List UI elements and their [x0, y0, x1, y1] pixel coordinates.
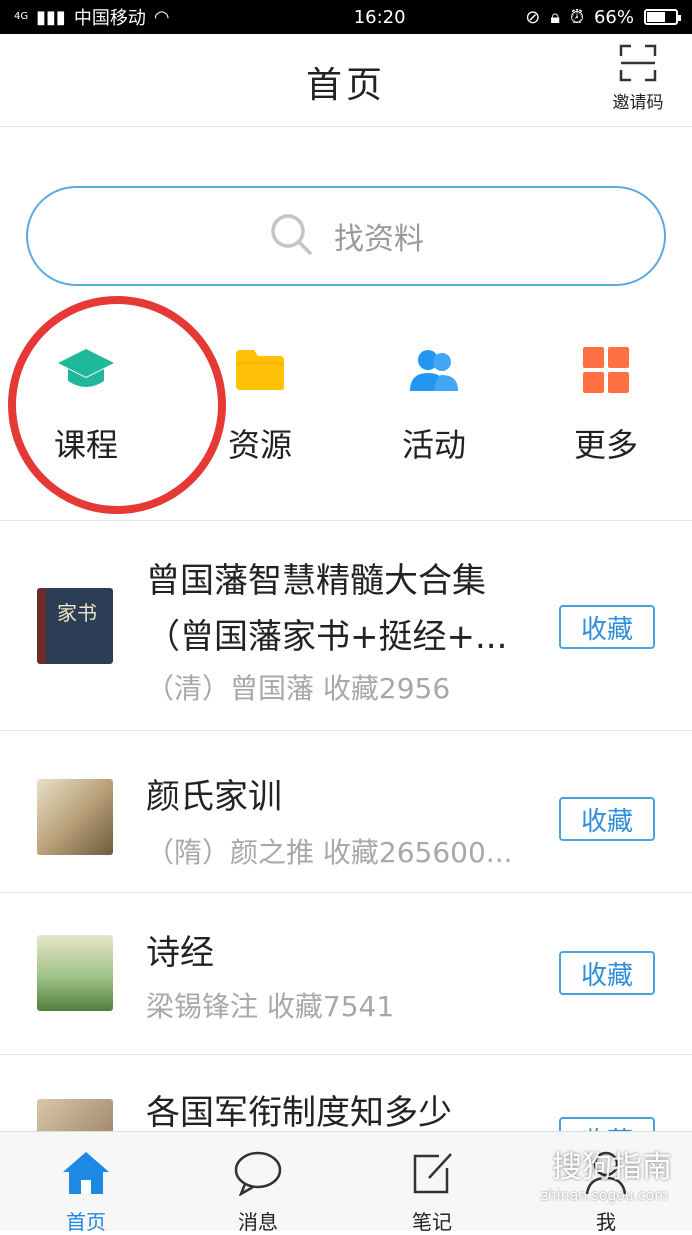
favorite-button[interactable]: 收藏: [559, 951, 655, 995]
mute-icon: ⊘: [525, 6, 541, 28]
invite-code-button[interactable]: 邀请码: [606, 44, 670, 113]
invite-code-label: 邀请码: [612, 93, 664, 113]
edit-note-icon: [382, 1150, 482, 1200]
wifi-icon: ◠: [153, 6, 170, 28]
book-cover-thumbnail: [37, 779, 113, 855]
cover-text: 家书: [57, 601, 97, 625]
item-title: 曾国藩智慧精髓大合集: [146, 561, 486, 601]
item-meta: （隋）颜之推 收藏265600...: [146, 836, 513, 869]
tab-messages[interactable]: 消息: [208, 1150, 308, 1235]
clock: 16:20: [353, 6, 406, 28]
category-label: 活动: [401, 426, 466, 464]
list-item[interactable]: 诗经 梁锡锋注 收藏7541 收藏: [0, 893, 692, 1055]
app-header: 首页 邀请码: [0, 34, 692, 127]
lock-icon: 🔒︎: [550, 6, 560, 28]
favorite-button[interactable]: 收藏: [559, 797, 655, 841]
battery-percent: 66%: [593, 6, 634, 28]
category-more[interactable]: 更多: [546, 340, 666, 466]
tab-label: 笔记: [412, 1210, 452, 1234]
list-item[interactable]: 颜氏家训 （隋）颜之推 收藏265600... 收藏: [0, 731, 692, 893]
category-activities[interactable]: 活动: [374, 340, 494, 466]
home-icon: [36, 1150, 136, 1200]
tab-home[interactable]: 首页: [36, 1150, 136, 1235]
tab-label: 我: [596, 1210, 616, 1234]
search-bar[interactable]: 找资料: [26, 186, 666, 286]
resource-list: 家书 曾国藩智慧精髓大合集 （曾国藩家书+挺经+... （清）曾国藩 收藏295…: [0, 521, 692, 1175]
alarm-icon: ⏰︎: [569, 6, 584, 28]
watermark-url: zhinan.sogou.com: [540, 1188, 668, 1204]
tab-label: 消息: [238, 1210, 278, 1234]
highlight-circle-annotation: [0, 281, 241, 529]
item-title: 颜氏家训: [146, 777, 282, 817]
network-indicator: 4G: [14, 11, 29, 22]
search-icon: [268, 211, 314, 261]
grid-icon: [546, 340, 666, 400]
tab-label: 首页: [66, 1210, 106, 1234]
scan-icon: [619, 44, 657, 82]
item-title: 诗经: [146, 933, 214, 973]
category-label: 更多: [573, 426, 638, 464]
list-item[interactable]: 家书 曾国藩智慧精髓大合集 （曾国藩家书+挺经+... （清）曾国藩 收藏295…: [0, 521, 692, 731]
signal-icon: ▮▮▮: [36, 6, 66, 28]
users-icon: [374, 340, 494, 400]
item-title: 各国军衔制度知多少: [146, 1093, 452, 1133]
battery-fill: [647, 12, 666, 22]
chat-bubble-icon: [208, 1150, 308, 1200]
favorite-button[interactable]: 收藏: [559, 605, 655, 649]
item-title-line2: （曾国藩家书+挺经+...: [146, 617, 508, 657]
status-bar: 4G ▮▮▮ 中国移动 ◠ 16:20 ⊘ 🔒︎ ⏰︎ 66%: [0, 0, 692, 34]
tab-notes[interactable]: 笔记: [382, 1150, 482, 1235]
search-placeholder: 找资料: [334, 222, 424, 257]
item-meta: 梁锡锋注 收藏7541: [146, 990, 395, 1023]
carrier-label: 中国移动: [73, 8, 146, 29]
book-cover-thumbnail: [37, 935, 113, 1011]
page-title: 首页: [305, 65, 386, 106]
book-cover-thumbnail: 家书: [37, 588, 113, 664]
item-meta: （清）曾国藩 收藏2956: [146, 672, 451, 705]
battery-icon: [644, 9, 681, 25]
watermark: 搜狗指南: [552, 1150, 672, 1185]
